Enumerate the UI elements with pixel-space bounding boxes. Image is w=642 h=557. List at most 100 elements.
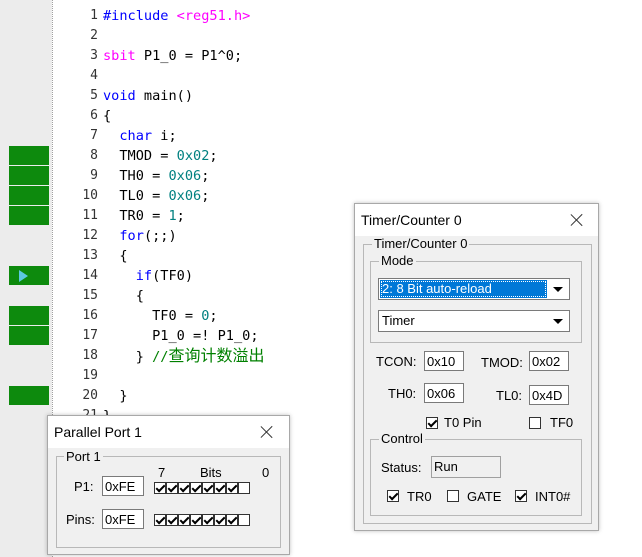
bit-checkbox[interactable] bbox=[226, 482, 238, 494]
status-field: Run bbox=[431, 456, 501, 478]
code-token: (TF0) bbox=[152, 268, 194, 284]
timer-counter-dialog: Timer/Counter 0 Timer/Counter 0 Mode 2: … bbox=[354, 203, 599, 531]
tcon-field[interactable]: 0x10 bbox=[424, 351, 464, 371]
bit-checkbox[interactable] bbox=[154, 514, 166, 526]
bit-checkbox[interactable] bbox=[166, 514, 178, 526]
line-number: 4 bbox=[90, 68, 98, 83]
t0-pin-checkbox[interactable] bbox=[426, 417, 438, 429]
execution-coverage-marker[interactable] bbox=[9, 386, 49, 405]
bit-checkbox[interactable] bbox=[166, 482, 178, 494]
gate-label: GATE bbox=[467, 489, 502, 504]
code-token: void bbox=[103, 88, 136, 104]
line-text: } //查询计数溢出 bbox=[103, 346, 265, 367]
tf0-checkbox[interactable] bbox=[529, 417, 541, 429]
bit-checkbox[interactable] bbox=[154, 482, 166, 494]
code-token: TR0 = bbox=[103, 208, 169, 224]
chevron-down-icon[interactable] bbox=[547, 280, 568, 298]
tl0-field[interactable]: 0x4D bbox=[529, 385, 569, 405]
pins-label: Pins: bbox=[66, 512, 95, 527]
pins-value-field[interactable]: 0xFE bbox=[102, 509, 144, 529]
code-token: TH0 = bbox=[103, 168, 169, 184]
code-line[interactable]: 2 bbox=[0, 26, 642, 46]
code-line[interactable]: 3 sbit P1_0 = P1^0; bbox=[0, 46, 642, 66]
source-select[interactable]: Timer bbox=[378, 310, 570, 332]
code-line[interactable]: 7 char i; bbox=[0, 126, 642, 146]
line-number: 3 bbox=[90, 48, 98, 63]
line-text: TR0 = 1; bbox=[103, 206, 185, 226]
code-line[interactable]: 6{ bbox=[0, 106, 642, 126]
bit-checkbox[interactable] bbox=[214, 514, 226, 526]
execution-coverage-marker[interactable] bbox=[9, 166, 49, 185]
execution-coverage-marker[interactable] bbox=[9, 186, 49, 205]
line-text: char i; bbox=[103, 126, 177, 146]
line-number: 1 bbox=[90, 8, 98, 23]
timer-counter-group-label: Timer/Counter 0 bbox=[372, 236, 470, 251]
int0-checkbox[interactable] bbox=[515, 490, 527, 502]
line-number: 9 bbox=[90, 168, 98, 183]
dialog-title-bar[interactable]: Timer/Counter 0 bbox=[355, 204, 598, 236]
execution-coverage-marker[interactable] bbox=[9, 266, 49, 285]
code-line[interactable]: 5 void main() bbox=[0, 86, 642, 106]
line-text: #include <reg51.h> bbox=[103, 6, 250, 26]
code-token: i; bbox=[152, 128, 177, 144]
bit-checkbox[interactable] bbox=[190, 482, 202, 494]
dialog-title: Parallel Port 1 bbox=[54, 424, 142, 440]
current-line-arrow-icon bbox=[19, 270, 28, 282]
bit-checkbox[interactable] bbox=[238, 482, 250, 494]
code-line[interactable]: 1 #include <reg51.h> bbox=[0, 6, 642, 26]
line-text: { bbox=[103, 246, 127, 266]
tmod-label: TMOD: bbox=[481, 355, 523, 370]
status-label: Status: bbox=[381, 460, 422, 475]
bit-checkbox[interactable] bbox=[178, 482, 190, 494]
dialog-title-bar[interactable]: Parallel Port 1 bbox=[48, 416, 289, 448]
bit-checkbox[interactable] bbox=[202, 514, 214, 526]
th0-field[interactable]: 0x06 bbox=[424, 383, 464, 403]
bit-checkbox[interactable] bbox=[226, 514, 238, 526]
int0-label: INT0# bbox=[535, 489, 571, 504]
line-number: 10 bbox=[82, 188, 98, 203]
bit-checkbox[interactable] bbox=[202, 482, 214, 494]
mode-select[interactable]: 2: 8 Bit auto-reload bbox=[378, 278, 570, 300]
code-token: { bbox=[103, 288, 144, 304]
code-token: ; bbox=[176, 208, 185, 224]
line-number: 15 bbox=[82, 288, 98, 303]
code-token: <reg51.h> bbox=[176, 8, 251, 24]
code-token: } bbox=[103, 388, 128, 404]
chevron-down-icon[interactable] bbox=[547, 312, 568, 330]
code-line[interactable]: 4 bbox=[0, 66, 642, 86]
code-line[interactable]: 8 TMOD = 0x02; bbox=[0, 146, 642, 166]
code-token: #include bbox=[103, 8, 177, 24]
bit-checkbox[interactable] bbox=[214, 482, 226, 494]
tl0-label: TL0: bbox=[496, 388, 523, 403]
code-token: TMOD = bbox=[103, 148, 177, 164]
line-text: TL0 = 0x06; bbox=[103, 186, 209, 206]
p1-value-field[interactable]: 0xFE bbox=[102, 476, 144, 496]
close-icon[interactable] bbox=[569, 212, 585, 228]
port-group-label: Port 1 bbox=[64, 449, 103, 464]
code-token: TL0 = bbox=[103, 188, 169, 204]
line-number: 6 bbox=[90, 108, 98, 123]
close-icon[interactable] bbox=[259, 424, 275, 440]
bit-checkbox[interactable] bbox=[178, 514, 190, 526]
line-text: { bbox=[103, 286, 144, 306]
bit-checkbox[interactable] bbox=[238, 514, 250, 526]
code-token: if bbox=[135, 268, 153, 284]
code-token: 查询计数溢出 bbox=[168, 346, 265, 365]
code-line[interactable]: 9 TH0 = 0x06; bbox=[0, 166, 642, 186]
execution-coverage-marker[interactable] bbox=[9, 146, 49, 165]
execution-coverage-marker[interactable] bbox=[9, 326, 49, 345]
gate-checkbox[interactable] bbox=[447, 490, 459, 502]
code-token: TF0 = bbox=[103, 308, 202, 324]
tr0-checkbox[interactable] bbox=[387, 490, 399, 502]
code-token: { bbox=[103, 108, 112, 124]
pins-bits bbox=[154, 514, 250, 526]
th0-label: TH0: bbox=[388, 386, 417, 401]
execution-coverage-marker[interactable] bbox=[9, 306, 49, 325]
execution-coverage-marker[interactable] bbox=[9, 206, 49, 225]
line-text: void main() bbox=[103, 86, 193, 106]
bit-checkbox[interactable] bbox=[190, 514, 202, 526]
line-text: } bbox=[103, 386, 128, 406]
tmod-field[interactable]: 0x02 bbox=[529, 351, 569, 371]
line-number: 7 bbox=[90, 128, 98, 143]
